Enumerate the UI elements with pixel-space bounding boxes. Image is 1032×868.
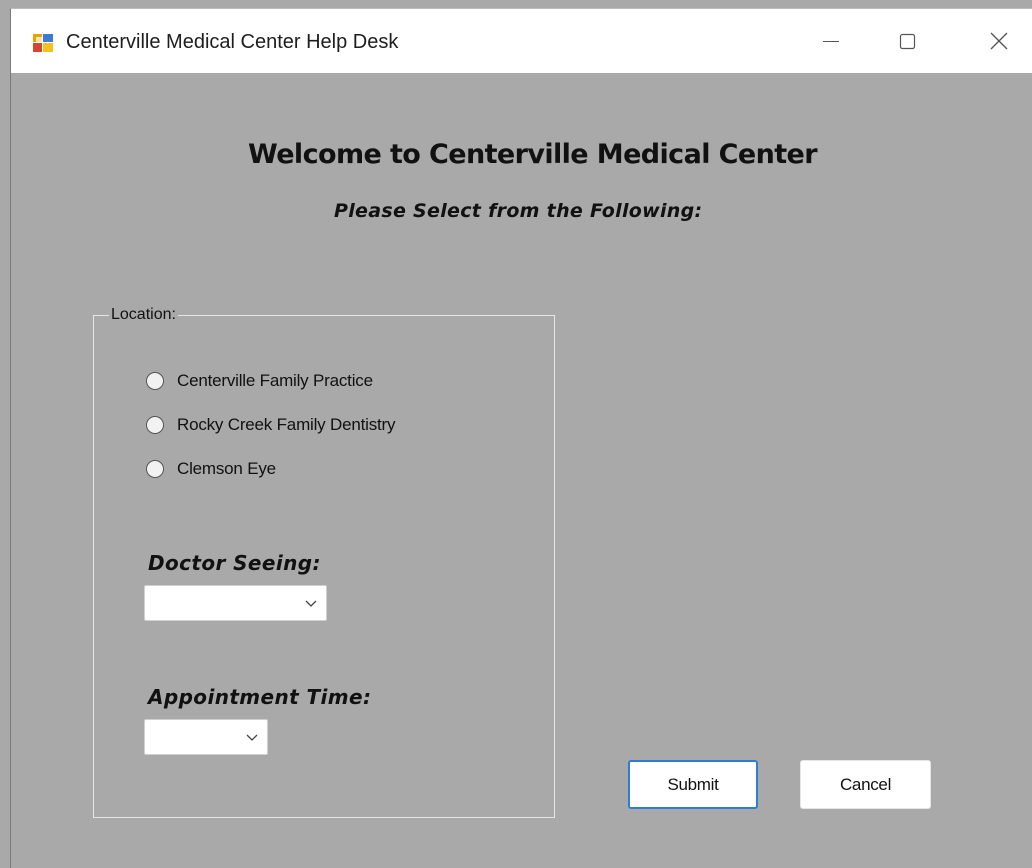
radio-centerville-family-practice[interactable]: Centerville Family Practice — [146, 368, 373, 394]
help-desk-window: Centerville Medical Center Help Desk Wel… — [10, 8, 1032, 868]
title-bar[interactable]: Centerville Medical Center Help Desk — [11, 9, 1032, 73]
submit-button[interactable]: Submit — [628, 760, 758, 809]
cancel-button[interactable]: Cancel — [800, 760, 931, 809]
radio-clemson-eye[interactable]: Clemson Eye — [146, 456, 276, 482]
close-icon — [990, 32, 1008, 50]
appointment-time-combobox[interactable] — [144, 719, 268, 755]
minimize-icon — [823, 41, 839, 42]
close-button[interactable] — [969, 9, 1029, 73]
appointment-time-label: Appointment Time: — [148, 685, 372, 709]
minimize-button[interactable] — [801, 9, 861, 73]
location-legend: Location: — [109, 306, 178, 324]
doctor-seeing-label: Doctor Seeing: — [148, 551, 321, 575]
welcome-heading: Welcome to Centerville Medical Center — [248, 139, 818, 170]
radio-button-icon[interactable] — [146, 460, 164, 478]
radio-label[interactable]: Rocky Creek Family Dentistry — [177, 415, 395, 435]
form-content: Welcome to Centerville Medical Center Pl… — [11, 73, 1032, 868]
radio-rocky-creek-family-dentistry[interactable]: Rocky Creek Family Dentistry — [146, 412, 395, 438]
maximize-button[interactable] — [877, 9, 937, 73]
doctor-seeing-combobox[interactable] — [144, 585, 327, 621]
radio-label[interactable]: Clemson Eye — [177, 459, 276, 479]
radio-button-icon[interactable] — [146, 372, 164, 390]
radio-label[interactable]: Centerville Family Practice — [177, 371, 373, 391]
window-title: Centerville Medical Center Help Desk — [66, 31, 399, 53]
chevron-down-icon[interactable] — [304, 598, 318, 608]
radio-button-icon[interactable] — [146, 416, 164, 434]
chevron-down-icon[interactable] — [245, 732, 259, 742]
maximize-icon — [899, 33, 916, 50]
winforms-app-icon — [32, 33, 54, 53]
instruction-subtitle: Please Select from the Following: — [334, 200, 703, 222]
